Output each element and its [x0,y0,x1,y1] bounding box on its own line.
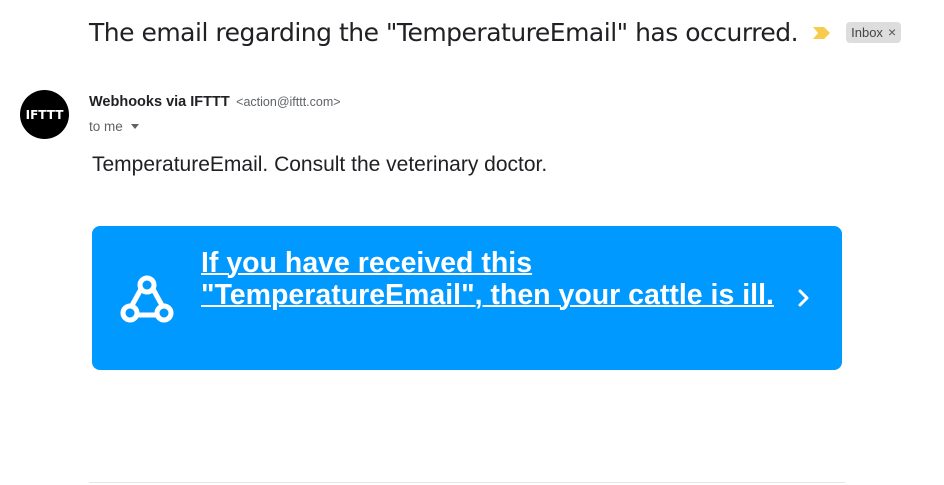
chevron-right-icon[interactable] [796,288,812,308]
email-body-text: TemperatureEmail. Consult the veterinary… [92,153,548,176]
subject-row: The email regarding the "TemperatureEmai… [89,18,902,47]
inbox-label-chip: Inbox × [846,22,902,43]
email-view: The email regarding the "TemperatureEmai… [0,0,944,485]
recipient-text: to me [89,119,123,134]
sender-row: Webhooks via IFTTT <action@ifttt.com> [89,93,341,111]
message-divider [89,482,845,483]
cta-link-text[interactable]: If you have received this "TemperatureEm… [201,247,791,311]
webhooks-icon [119,273,175,325]
sender-avatar[interactable]: IFTTT [20,90,69,139]
recipient-details-toggle[interactable]: to me [89,119,139,134]
avatar-text: IFTTT [25,107,64,122]
importance-marker-icon[interactable] [812,25,832,41]
email-subject: The email regarding the "TemperatureEmai… [89,18,799,47]
remove-label-button[interactable]: × [888,24,896,40]
sender-email: <action@ifttt.com> [236,95,341,109]
sender-name[interactable]: Webhooks via IFTTT [89,94,230,110]
webhook-cta-card[interactable]: If you have received this "TemperatureEm… [92,226,842,370]
inbox-label-text: Inbox [851,24,883,40]
chevron-down-icon[interactable] [130,124,139,129]
